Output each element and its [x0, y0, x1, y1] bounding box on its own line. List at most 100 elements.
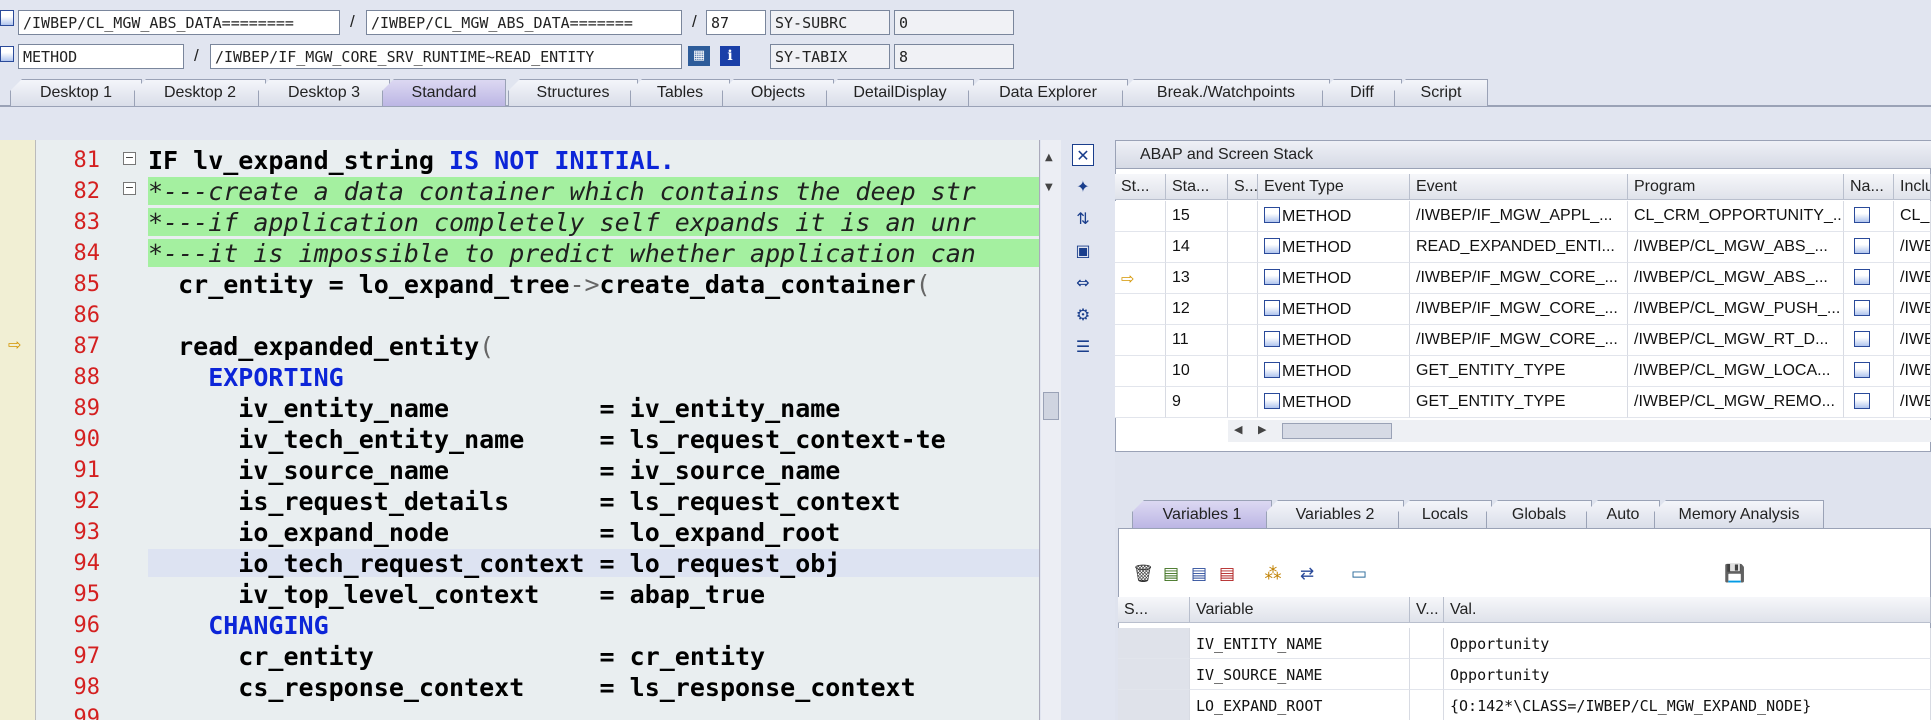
code-line[interactable]: iv_entity_name = iv_entity_name	[148, 394, 840, 423]
variable-name[interactable]: IV_SOURCE_NAME	[1190, 659, 1410, 690]
code-line[interactable]: CHANGING	[148, 611, 328, 640]
tab-detaildisplay[interactable]: DetailDisplay	[826, 79, 974, 106]
variable-value[interactable]: Opportunity	[1444, 628, 1931, 659]
tab-tables[interactable]: Tables	[630, 79, 730, 106]
navigate-icon[interactable]	[1854, 238, 1870, 254]
new-icon[interactable]: ✦	[1072, 176, 1094, 198]
close-icon[interactable]: ✕	[1072, 144, 1094, 166]
tab-locals[interactable]: Locals	[1398, 500, 1492, 528]
tab-standard[interactable]: Standard	[382, 79, 506, 106]
insert-row-icon[interactable]: ▤	[1160, 563, 1182, 585]
scroll-up-icon[interactable]: ▲	[1045, 152, 1053, 163]
stack-column-header[interactable]: Sta...	[1166, 174, 1228, 200]
code-line[interactable]: is_request_details = ls_request_context	[148, 487, 900, 516]
delete-icon[interactable]: 🗑	[1132, 563, 1154, 585]
stack-cell-nav[interactable]	[1844, 201, 1894, 232]
folder-icon[interactable]: ▭	[1348, 563, 1370, 585]
code-line[interactable]: cr_entity = cr_entity	[148, 642, 765, 671]
variable-name[interactable]: IV_ENTITY_NAME	[1190, 628, 1410, 659]
code-scrollbar[interactable]: ▲ ▼	[1041, 140, 1061, 720]
stack-cell-nav[interactable]	[1844, 263, 1894, 294]
code-line[interactable]: iv_source_name = iv_source_name	[148, 456, 840, 485]
tab-globals[interactable]: Globals	[1486, 500, 1592, 528]
tab-structures[interactable]: Structures	[508, 79, 638, 106]
navigate-icon[interactable]	[1854, 300, 1870, 316]
info-icon[interactable]: i	[720, 46, 740, 66]
include-field[interactable]: /IWBEP/CL_MGW_ABS_DATA=======	[366, 10, 682, 35]
scroll-thumb[interactable]	[1043, 392, 1059, 420]
tab-breakpoints[interactable]: Break./Watchpoints	[1122, 79, 1330, 106]
switch-icon[interactable]: ⇅	[1072, 208, 1094, 230]
variable-name[interactable]: LO_EXPAND_ROOT	[1190, 690, 1410, 720]
tab-objects[interactable]: Objects	[722, 79, 834, 106]
tab-auto[interactable]: Auto	[1586, 500, 1660, 528]
variable-value[interactable]: Opportunity	[1444, 659, 1931, 690]
navigate-icon[interactable]	[1854, 207, 1870, 223]
navigate-icon[interactable]	[1854, 331, 1870, 347]
stack-cell-nav[interactable]	[1844, 294, 1894, 325]
tab-script[interactable]: Script	[1394, 79, 1488, 106]
scroll-down-icon[interactable]: ▼	[1045, 182, 1053, 193]
navigate-icon[interactable]	[1854, 269, 1870, 285]
delete-row-icon[interactable]: ▤	[1216, 563, 1238, 585]
variables-column-header[interactable]: Variable	[1190, 597, 1410, 623]
stack-column-header[interactable]: Na...	[1844, 174, 1894, 200]
tools-icon[interactable]: ⚙	[1072, 304, 1094, 326]
stack-cell-nav[interactable]	[1844, 387, 1894, 418]
program-field[interactable]: /IWBEP/CL_MGW_ABS_DATA========	[18, 10, 340, 35]
variables-column-header[interactable]: V...	[1410, 597, 1444, 623]
save-icon[interactable]: 💾	[1724, 563, 1746, 585]
variables-column-header[interactable]: Val.	[1444, 597, 1931, 623]
sysvar2-value-field[interactable]: 8	[894, 44, 1014, 69]
breakpoint-gutter[interactable]	[0, 140, 36, 720]
code-line[interactable]: *---create a data container which contai…	[148, 177, 1039, 206]
swap-icon[interactable]: ⇔	[1072, 272, 1094, 294]
append-row-icon[interactable]: ▤	[1188, 563, 1210, 585]
code-line[interactable]: iv_tech_entity_name = ls_request_context…	[148, 425, 945, 454]
stack-column-header[interactable]: St...	[1115, 174, 1166, 200]
sysvar-value-field[interactable]: 0	[894, 10, 1014, 35]
variable-change-flag[interactable]	[1410, 690, 1444, 720]
scroll-right-icon[interactable]: ▶	[1258, 423, 1266, 436]
tab-data-explorer[interactable]: Data Explorer	[968, 79, 1128, 106]
tab-desktop-2[interactable]: Desktop 2	[134, 79, 266, 106]
stack-column-header[interactable]: Inclu	[1894, 174, 1931, 200]
fold-toggle[interactable]: −	[123, 182, 136, 195]
variable-row-selector[interactable]	[1118, 628, 1190, 659]
code-line[interactable]: EXPORTING	[148, 363, 343, 392]
variable-row-selector[interactable]	[1118, 690, 1190, 720]
code-line[interactable]: cr_entity = lo_expand_tree->create_data_…	[148, 270, 931, 299]
tab-desktop-3[interactable]: Desktop 3	[258, 79, 390, 106]
code-line[interactable]: read_expanded_entity(	[148, 332, 494, 361]
variable-row-selector[interactable]	[1118, 659, 1190, 690]
stack-column-header[interactable]: S...	[1228, 174, 1258, 200]
code-line[interactable]: iv_top_level_context = abap_true	[148, 580, 765, 609]
tab-desktop-1[interactable]: Desktop 1	[10, 79, 142, 106]
code-editor[interactable]: ⇨ 81 IF lv_expand_string IS NOT INITIAL. 8…	[0, 140, 1040, 720]
settings-icon[interactable]: ☰	[1072, 336, 1094, 358]
code-line[interactable]: *---it is impossible to predict whether …	[148, 239, 1039, 268]
code-line[interactable]: io_tech_request_context = lo_request_obj	[148, 549, 840, 578]
transfer-icon[interactable]: ⇄	[1296, 563, 1318, 585]
code-line[interactable]: cs_response_context = ls_response_contex…	[148, 673, 915, 702]
code-line[interactable]: *---if application completely self expan…	[148, 208, 1039, 237]
navigate-icon[interactable]: ▦	[688, 46, 710, 66]
stack-column-header[interactable]: Program	[1628, 174, 1844, 200]
sysvar2-name-field[interactable]: SY-TABIX	[770, 44, 890, 69]
navigate-icon[interactable]	[1854, 393, 1870, 409]
event-name-field[interactable]: /IWBEP/IF_MGW_CORE_SRV_RUNTIME~READ_ENTI…	[210, 44, 682, 69]
scroll-left-icon[interactable]: ◀	[1234, 423, 1242, 436]
stack-column-header[interactable]: Event Type	[1258, 174, 1410, 200]
hscroll-thumb[interactable]	[1282, 423, 1392, 439]
tab-variables-1[interactable]: Variables 1	[1132, 500, 1272, 528]
variable-value[interactable]: {O:142*\CLASS=/IWBEP/CL_MGW_EXPAND_NODE}	[1444, 690, 1931, 720]
code-line[interactable]: IF lv_expand_string IS NOT INITIAL.	[148, 146, 675, 175]
code-line[interactable]: io_expand_node = lo_expand_root	[148, 518, 840, 547]
event-type-field[interactable]: METHOD	[18, 44, 184, 69]
variable-change-flag[interactable]	[1410, 659, 1444, 690]
tab-memory-analysis[interactable]: Memory Analysis	[1654, 500, 1824, 528]
navigate-icon[interactable]	[1854, 362, 1870, 378]
fold-toggle[interactable]: −	[123, 152, 136, 165]
stack-cell-nav[interactable]	[1844, 232, 1894, 263]
variables-column-header[interactable]: S...	[1118, 597, 1190, 623]
